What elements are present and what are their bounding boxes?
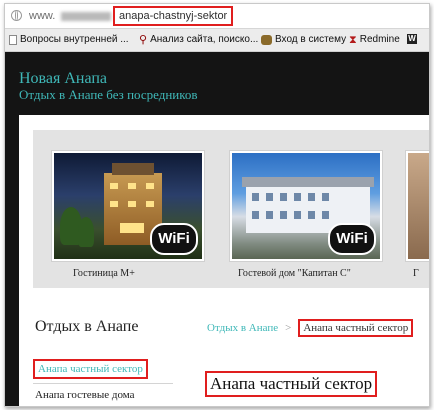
slide-caption[interactable]: Гостевой дом "Капитан С" — [238, 268, 351, 279]
site-title[interactable]: Новая Анапа — [19, 70, 107, 88]
bookmark-redmine[interactable]: ⧗ Redmine — [349, 34, 400, 45]
slide-hotel-m-plus[interactable]: WiFi — [51, 150, 205, 262]
address-bar[interactable]: www. anapa-chastnyj-sektor — [5, 4, 429, 29]
wifi-badge: WiFi — [328, 223, 376, 255]
site-page: Новая Анапа Отдых в Анапе без посреднико… — [5, 52, 429, 406]
slide-caption[interactable]: Гостиница М+ — [73, 268, 135, 279]
main-content: WiFi WiFi Гостиница М+ Гостевой дом "Кап… — [19, 115, 429, 406]
hotel-photo: WiFi — [54, 153, 202, 259]
url-redacted-domain — [61, 12, 111, 21]
bookmark-vhod[interactable]: Вход в систему — [261, 34, 346, 45]
url-slug-highlight: anapa-chastnyj-sektor — [113, 6, 234, 26]
sidebar-item-chastnyj-sektor[interactable]: Анапа частный сектор — [33, 359, 148, 379]
wikipedia-icon: W — [407, 34, 417, 44]
slide-kapitan-s[interactable]: WiFi — [229, 150, 383, 262]
page-icon — [9, 34, 17, 45]
sidebar-divider — [33, 383, 173, 384]
bookmark-voprosy[interactable]: Вопросы внутренней ... — [9, 34, 129, 45]
photo-slider: WiFi WiFi Гостиница М+ Гостевой дом "Кап… — [33, 130, 429, 288]
cat-icon — [261, 34, 272, 45]
bookmark-label: Анализ сайта, поиско... — [150, 34, 259, 45]
breadcrumb: Отдых в Анапе > Анапа частный сектор — [207, 319, 414, 337]
sidebar-heading: Отдых в Анапе — [35, 318, 139, 335]
sidebar-item-gostevye-doma[interactable]: Анапа гостевые дома — [35, 389, 135, 401]
redmine-icon: ⧗ — [349, 33, 357, 46]
wifi-badge: WiFi — [150, 223, 198, 255]
breadcrumb-current: Анапа частный сектор — [298, 319, 414, 337]
breadcrumb-separator: > — [285, 322, 292, 334]
url-prefix: www. — [29, 10, 56, 22]
site-tagline: Отдых в Анапе без посредников — [19, 87, 198, 102]
bookmark-analiz[interactable]: ⚲ Анализ сайта, поиско... — [139, 34, 258, 45]
bookmark-label: Вход в систему — [275, 34, 347, 45]
bookmarks-bar: Вопросы внутренней ... ⚲ Анализ сайта, п… — [5, 29, 429, 52]
globe-icon — [11, 10, 22, 21]
slide-third[interactable] — [405, 150, 429, 262]
browser-window: www. anapa-chastnyj-sektor Вопросы внутр… — [4, 3, 430, 407]
magnifier-icon: ⚲ — [139, 33, 148, 46]
bookmark-label: Redmine — [359, 34, 400, 45]
bookmark-label: Вопросы внутренней ... — [20, 34, 129, 45]
page-title: Анапа частный сектор — [205, 371, 378, 397]
slide-caption[interactable]: Г — [413, 268, 419, 279]
guest-house-photo: WiFi — [232, 153, 380, 259]
third-photo — [408, 153, 429, 259]
bookmark-wikipedia[interactable]: W — [407, 34, 420, 44]
breadcrumb-link[interactable]: Отдых в Анапе — [207, 322, 278, 334]
